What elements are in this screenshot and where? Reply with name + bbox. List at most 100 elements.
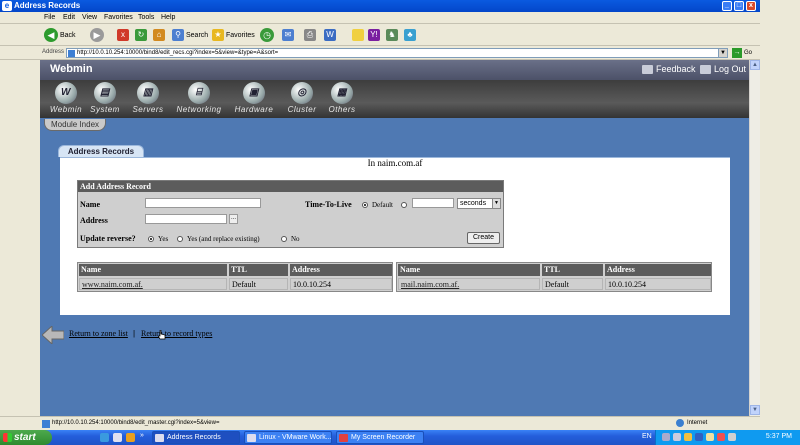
edit-button[interactable]: W [324, 28, 336, 42]
menu-bar: File Edit View Favorites Tools Help ❖ [0, 12, 800, 24]
return-zone-link[interactable]: Return to zone list [69, 329, 128, 338]
tray-shield-icon[interactable] [684, 433, 692, 441]
stop-button[interactable]: x [117, 28, 129, 42]
chevron-down-icon: ▼ [492, 199, 500, 208]
vertical-scrollbar[interactable]: ▲ ▼ [749, 60, 760, 416]
ie-window-icon [155, 434, 164, 442]
security-zone: Internet [676, 419, 707, 427]
status-bar: http://10.0.10.254:10000/bind8/edit_mast… [0, 416, 760, 430]
module-index-tab[interactable]: Module Index [44, 119, 107, 131]
nav-system[interactable]: ▤ System [86, 82, 124, 114]
servers-icon: ▥ [137, 82, 159, 104]
print-icon: ⎙ [304, 29, 316, 41]
menu-view[interactable]: View [82, 14, 97, 21]
task-address-records[interactable]: Address Records [152, 431, 240, 444]
forward-button[interactable]: ▶ [90, 28, 106, 42]
tray-monitor-icon[interactable] [673, 433, 681, 441]
tray-network-icon[interactable] [662, 433, 670, 441]
nav-cluster[interactable]: ◎ Cluster [282, 82, 322, 114]
reverse-replace-radio[interactable] [177, 236, 183, 242]
nav-webmin[interactable]: W Webmin [46, 82, 86, 114]
close-button[interactable]: x [746, 1, 756, 11]
language-indicator[interactable]: EN [642, 433, 652, 440]
reverse-no-radio[interactable] [281, 236, 287, 242]
nav-networking[interactable]: ⌸ Networking [172, 82, 226, 114]
header-ttl: TTL [542, 264, 603, 276]
ttl-unit-select[interactable]: seconds ▼ [457, 198, 501, 209]
tray-bluetooth-icon[interactable] [695, 433, 703, 441]
system-icon: ▤ [94, 82, 116, 104]
word-icon: W [324, 29, 336, 41]
menu-edit[interactable]: Edit [63, 14, 75, 21]
header-name: Name [79, 264, 227, 276]
address-dropdown-button[interactable]: ▼ [718, 48, 728, 58]
window-title: Address Records [14, 1, 81, 10]
quicklaunch-ie-icon[interactable] [100, 433, 109, 442]
windows-flag-icon [3, 433, 12, 442]
quicklaunch-more-icon[interactable]: » [140, 432, 144, 439]
ttl-default-radio[interactable] [362, 202, 368, 208]
name-input[interactable] [145, 198, 261, 208]
note-icon [352, 29, 364, 41]
minimize-button[interactable]: _ [722, 1, 732, 11]
menu-tools[interactable]: Tools [138, 14, 154, 21]
address-picker-button[interactable]: ... [229, 214, 238, 224]
discuss-button[interactable] [352, 28, 364, 42]
quicklaunch-media-icon[interactable] [126, 433, 135, 442]
scroll-down-arrow-icon[interactable]: ▼ [750, 405, 760, 415]
tray-recorder-icon[interactable] [717, 433, 725, 441]
logout-label: Log Out [714, 64, 747, 74]
record-ttl: Default [542, 278, 603, 290]
clock: 5:37 PM [765, 433, 792, 440]
msn-button[interactable]: ♣ [404, 28, 416, 42]
nav-servers[interactable]: ▥ Servers [128, 82, 168, 114]
nav-others-label: Others [328, 105, 356, 114]
logout-link[interactable]: Log Out [700, 64, 746, 74]
menu-favorites[interactable]: Favorites [104, 14, 133, 21]
header-address: Address [605, 264, 711, 276]
address-field-label: Address [80, 216, 108, 225]
start-button[interactable]: start [0, 430, 52, 445]
recorder-icon [339, 434, 348, 442]
print-button[interactable]: ⎙ [304, 28, 316, 42]
record-name-link[interactable]: www.naim.com.af. [79, 278, 227, 290]
back-label: Back [60, 31, 76, 39]
task-screen-recorder[interactable]: My Screen Recorder [336, 431, 424, 444]
favorites-button[interactable]: ★ Favorites [212, 28, 255, 42]
ttl-input[interactable] [412, 198, 454, 208]
nav-webmin-label: Webmin [49, 105, 83, 114]
go-button[interactable]: → Go [732, 48, 752, 58]
tab-address-records[interactable]: Address Records [58, 145, 144, 157]
record-name-link[interactable]: mail.naim.com.af. [398, 278, 540, 290]
maximize-button[interactable]: □ [734, 1, 744, 11]
yahoo-button[interactable]: Y! [368, 28, 380, 42]
ttl-unit-value: seconds [460, 200, 487, 207]
back-button[interactable]: ◀ Back [44, 28, 76, 42]
nav-others[interactable]: ▦ Others [324, 82, 360, 114]
address-field-input[interactable] [145, 214, 227, 224]
tray-speaker-icon[interactable] [706, 433, 714, 441]
menu-file[interactable]: File [44, 14, 55, 21]
ttl-custom-radio[interactable] [401, 202, 407, 208]
search-button[interactable]: ⚲ Search [172, 28, 208, 42]
scroll-up-arrow-icon[interactable]: ▲ [750, 60, 760, 70]
taskbar: start » Address Records Linux - VMware W… [0, 430, 800, 445]
create-button[interactable]: Create [467, 232, 500, 244]
mail-button[interactable]: ✉ [282, 28, 294, 42]
task-vmware[interactable]: Linux - VMware Work... [244, 431, 332, 444]
left-arrow-icon[interactable] [42, 326, 64, 344]
quicklaunch-desktop-icon[interactable] [113, 433, 122, 442]
vmware-icon [247, 434, 256, 442]
reverse-yes-radio[interactable] [148, 236, 154, 242]
home-button[interactable]: ⌂ [153, 28, 165, 42]
address-input[interactable]: http://10.0.10.254:10000/bind8/edit_recs… [66, 48, 728, 58]
menu-help[interactable]: Help [161, 14, 175, 21]
tray-power-icon[interactable] [728, 433, 736, 441]
messenger-button[interactable]: ♞ [386, 28, 398, 42]
feedback-link[interactable]: Feedback [642, 64, 696, 74]
return-types-link[interactable]: Return to record types [141, 329, 212, 338]
task-label: My Screen Recorder [351, 434, 416, 441]
nav-hardware[interactable]: ▣ Hardware [230, 82, 278, 114]
history-button[interactable]: ◷ [260, 28, 276, 42]
refresh-button[interactable]: ↻ [135, 28, 147, 42]
